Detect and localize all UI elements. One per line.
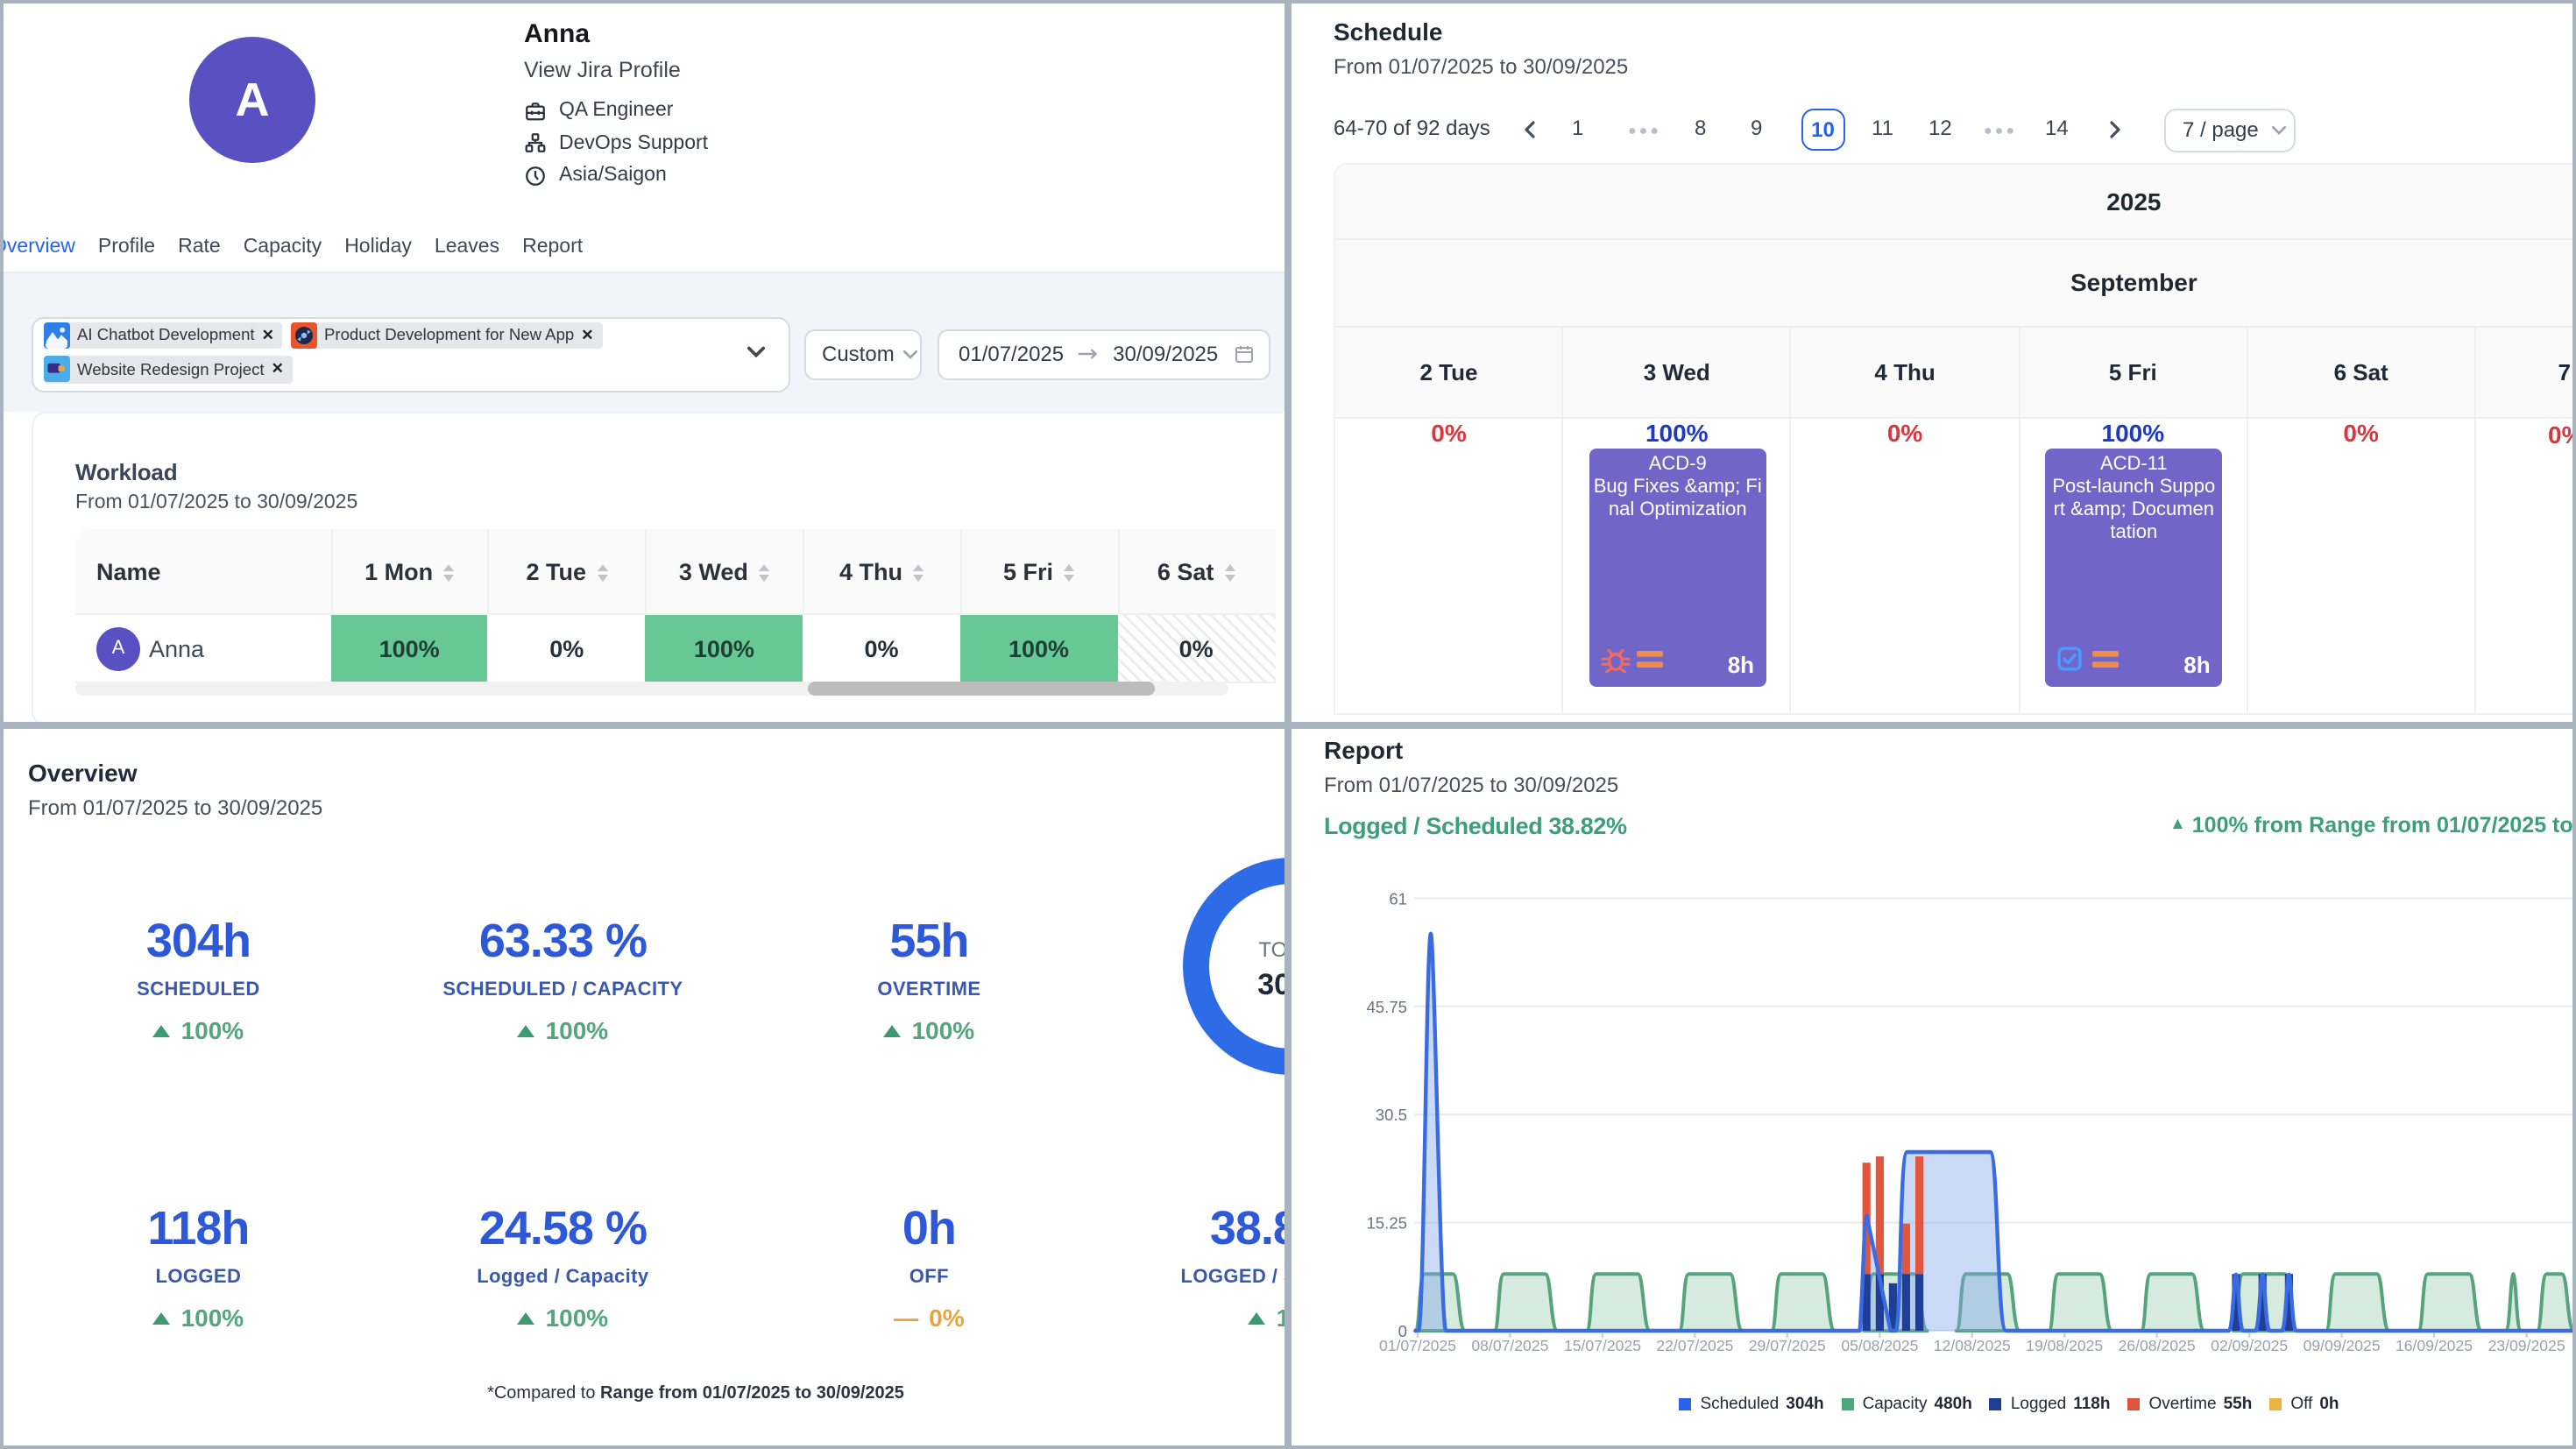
svg-text:61: 61 [1389, 888, 1407, 907]
svg-text:09/09/2025: 09/09/2025 [2304, 1336, 2381, 1354]
svg-text:26/08/2025: 26/08/2025 [2119, 1336, 2196, 1354]
svg-text:12/08/2025: 12/08/2025 [1934, 1336, 2011, 1354]
svg-text:45.75: 45.75 [1366, 997, 1407, 1015]
svg-text:16/09/2025: 16/09/2025 [2396, 1336, 2473, 1354]
svg-text:19/08/2025: 19/08/2025 [2026, 1336, 2103, 1354]
svg-text:23/09/2025: 23/09/2025 [2488, 1336, 2565, 1354]
svg-text:22/07/2025: 22/07/2025 [1656, 1336, 1733, 1354]
svg-text:29/07/2025: 29/07/2025 [1749, 1336, 1826, 1354]
svg-text:304h: 304h [1257, 967, 1288, 1000]
svg-text:TOTAL: TOTAL [1258, 937, 1288, 961]
svg-text:15/07/2025: 15/07/2025 [1564, 1336, 1641, 1354]
svg-text:01/07/2025: 01/07/2025 [1379, 1336, 1456, 1354]
svg-text:08/07/2025: 08/07/2025 [1471, 1336, 1548, 1354]
svg-text:30.5: 30.5 [1376, 1105, 1407, 1123]
svg-text:05/08/2025: 05/08/2025 [1841, 1336, 1918, 1354]
svg-text:15.25: 15.25 [1366, 1213, 1407, 1232]
svg-text:02/09/2025: 02/09/2025 [2211, 1336, 2288, 1354]
